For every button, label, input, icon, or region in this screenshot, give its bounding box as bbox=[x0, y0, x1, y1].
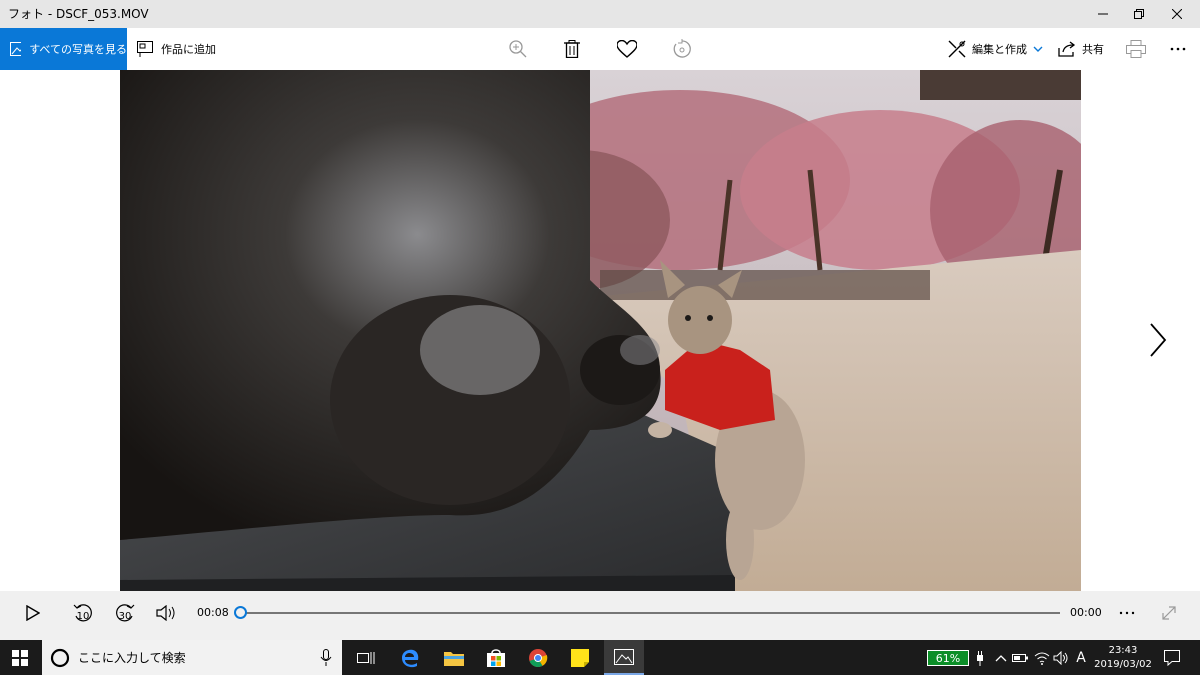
play-button[interactable] bbox=[18, 591, 48, 635]
sticky-note-icon bbox=[571, 648, 589, 667]
windows-taskbar: ここに入力して検索 61% A 23:43 2019/03/02 bbox=[0, 640, 1200, 675]
more-options-button[interactable] bbox=[1160, 28, 1196, 70]
playback-controls: 10 30 00:08 00:00 bbox=[0, 591, 1200, 640]
trash-icon bbox=[564, 40, 580, 58]
start-button[interactable] bbox=[0, 640, 40, 675]
taskbar-edge[interactable] bbox=[390, 640, 430, 675]
chevron-right-icon bbox=[1150, 323, 1167, 357]
edge-browser-icon bbox=[402, 649, 419, 667]
favorite-button[interactable] bbox=[609, 28, 645, 70]
more-icon bbox=[1170, 47, 1186, 51]
taskbar-store[interactable] bbox=[476, 640, 516, 675]
more-icon bbox=[1119, 611, 1135, 615]
elapsed-time: 00:08 bbox=[197, 606, 229, 619]
skip-forward-button[interactable]: 30 bbox=[108, 591, 142, 635]
power-plug-icon bbox=[973, 640, 987, 675]
folder-icon bbox=[444, 651, 464, 666]
edit-create-icon bbox=[948, 40, 966, 58]
ime-indicator[interactable]: A bbox=[1072, 640, 1090, 675]
battery-tray-icon[interactable] bbox=[1011, 640, 1029, 675]
share-icon bbox=[1058, 41, 1076, 57]
app-toolbar: すべての写真を見る 作品に追加 編集と作成 共有 bbox=[0, 28, 1200, 70]
seek-thumb[interactable] bbox=[234, 606, 247, 619]
zoom-in-icon bbox=[509, 40, 527, 58]
show-hidden-icons-button[interactable] bbox=[993, 640, 1009, 675]
taskbar-photos[interactable] bbox=[604, 640, 644, 675]
media-viewer bbox=[0, 70, 1200, 591]
share-button[interactable]: 共有 bbox=[1058, 28, 1104, 70]
skip-back-seconds: 10 bbox=[77, 611, 90, 622]
rotate-button[interactable] bbox=[664, 28, 700, 70]
rotate-icon bbox=[673, 39, 691, 58]
play-icon bbox=[26, 605, 40, 621]
skip-back-icon: 10 bbox=[73, 604, 92, 622]
title-bar: フォト - DSCF_053.MOV bbox=[0, 0, 1200, 28]
minimize-icon bbox=[1098, 13, 1108, 15]
view-all-photos-label: すべての写真を見る bbox=[29, 43, 127, 56]
seek-bar[interactable] bbox=[240, 612, 1060, 614]
notification-icon bbox=[1164, 649, 1180, 666]
windows-logo-icon bbox=[12, 649, 28, 666]
skip-forward-icon: 30 bbox=[116, 604, 135, 622]
edit-create-button[interactable]: 編集と作成 bbox=[948, 28, 1043, 70]
chevron-up-icon bbox=[995, 654, 1007, 661]
action-center-button[interactable] bbox=[1160, 640, 1184, 675]
taskbar-search[interactable]: ここに入力して検索 bbox=[42, 640, 342, 675]
video-frame-image bbox=[120, 70, 1081, 591]
chrome-browser-icon bbox=[529, 648, 548, 667]
skip-back-button[interactable]: 10 bbox=[66, 591, 100, 635]
taskbar-chrome[interactable] bbox=[518, 640, 558, 675]
taskbar-clock[interactable]: 23:43 2019/03/02 bbox=[1090, 640, 1156, 675]
task-view-button[interactable] bbox=[346, 640, 386, 675]
remaining-time: 00:00 bbox=[1070, 606, 1102, 619]
close-icon bbox=[1172, 9, 1182, 19]
photos-app-icon bbox=[614, 648, 634, 665]
volume-icon bbox=[156, 605, 175, 621]
share-label: 共有 bbox=[1082, 43, 1104, 56]
battery-indicator[interactable]: 61% bbox=[927, 650, 969, 666]
window-title: フォト - DSCF_053.MOV bbox=[8, 7, 149, 21]
zoom-button[interactable] bbox=[500, 28, 536, 70]
next-item-button[interactable] bbox=[1138, 320, 1178, 360]
add-to-creation-icon bbox=[137, 41, 153, 57]
cortana-circle-icon bbox=[50, 648, 70, 667]
speaker-icon[interactable] bbox=[1052, 640, 1070, 675]
add-to-creation-label: 作品に追加 bbox=[161, 43, 216, 56]
heart-icon bbox=[617, 40, 637, 58]
wifi-icon[interactable] bbox=[1033, 640, 1051, 675]
clock-time: 23:43 bbox=[1108, 644, 1138, 656]
task-view-icon bbox=[357, 651, 375, 664]
player-more-button[interactable] bbox=[1112, 591, 1142, 635]
clock-date: 2019/03/02 bbox=[1094, 658, 1152, 670]
delete-button[interactable] bbox=[554, 28, 590, 70]
close-button[interactable] bbox=[1154, 0, 1200, 28]
skip-forward-seconds: 30 bbox=[119, 611, 132, 622]
volume-button[interactable] bbox=[150, 591, 182, 635]
photos-icon bbox=[10, 42, 22, 56]
edit-create-label: 編集と作成 bbox=[972, 43, 1027, 56]
add-to-creation-button[interactable]: 作品に追加 bbox=[137, 28, 216, 70]
taskbar-file-explorer[interactable] bbox=[434, 640, 474, 675]
fullscreen-button[interactable] bbox=[1154, 591, 1184, 635]
print-button[interactable] bbox=[1118, 28, 1154, 70]
store-bag-icon bbox=[487, 648, 505, 667]
search-placeholder: ここに入力して検索 bbox=[78, 651, 186, 665]
restore-icon bbox=[1134, 9, 1144, 19]
printer-icon bbox=[1126, 40, 1146, 58]
video-frame[interactable] bbox=[120, 70, 1081, 591]
chevron-down-icon bbox=[1033, 46, 1043, 52]
microphone-icon[interactable] bbox=[320, 648, 332, 667]
expand-icon bbox=[1162, 606, 1176, 620]
taskbar-sticky-notes[interactable] bbox=[560, 640, 600, 675]
view-all-photos-button[interactable]: すべての写真を見る bbox=[0, 28, 127, 70]
